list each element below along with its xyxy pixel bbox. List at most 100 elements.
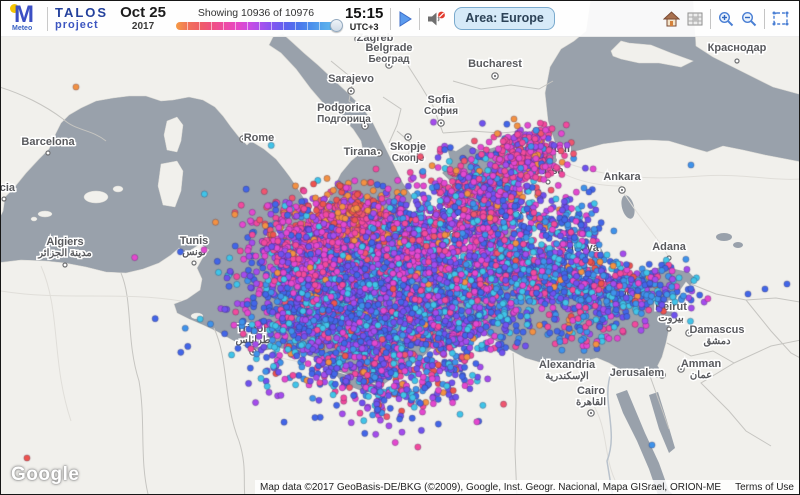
city-label: Cairo bbox=[577, 385, 605, 397]
city-label-local: Београд bbox=[368, 54, 410, 65]
overview-grid-icon bbox=[687, 12, 703, 26]
tools-divider bbox=[764, 9, 765, 29]
meteo-talos-logo[interactable]: M Meteo TALOS project bbox=[9, 4, 108, 34]
extent-select-button[interactable] bbox=[772, 11, 789, 26]
play-button[interactable] bbox=[398, 11, 412, 27]
home-button[interactable] bbox=[663, 11, 680, 27]
play-icon bbox=[398, 11, 412, 27]
city-label: Tirana bbox=[344, 146, 378, 158]
city-label: Izmir bbox=[498, 209, 524, 221]
toolbar: M Meteo TALOS project Oct 25 2017 Showin… bbox=[1, 1, 799, 37]
city-marker bbox=[667, 256, 671, 260]
city-label-local: Скопје bbox=[392, 153, 425, 164]
city-label: Athens bbox=[431, 207, 468, 219]
city-marker-core bbox=[590, 412, 592, 414]
city-label-local: تونس bbox=[182, 247, 206, 258]
city-label: Podgorica bbox=[317, 102, 372, 114]
city-label: Beirut bbox=[655, 301, 687, 313]
home-icon bbox=[663, 11, 680, 27]
muted-speaker-icon bbox=[427, 11, 446, 27]
city-label-local: Αθήνα bbox=[435, 219, 466, 230]
city-label-local: بيروت bbox=[658, 313, 684, 324]
time-slider: Showing 10936 of 10976 bbox=[176, 7, 336, 30]
talos-title: TALOS bbox=[55, 6, 108, 19]
google-logo[interactable]: Google bbox=[11, 464, 79, 486]
city-marker bbox=[2, 197, 6, 201]
city-label: Rome bbox=[244, 132, 275, 144]
showing-count-label: Showing 10936 of 10976 bbox=[198, 7, 314, 19]
city-marker bbox=[46, 151, 50, 155]
city-label-local: دمشق bbox=[703, 336, 731, 347]
date-display: Oct 25 2017 bbox=[120, 5, 166, 32]
city-label: Antalya bbox=[559, 242, 600, 254]
map-canvas[interactable]: ZagrebBelgradeБеоградBucharestКраснодарS… bbox=[1, 1, 800, 495]
city-label: Ankara bbox=[603, 171, 641, 183]
zoom-out-icon bbox=[741, 11, 757, 27]
talos-wordmark: TALOS project bbox=[55, 6, 108, 31]
city-label: Alexandria bbox=[539, 359, 596, 371]
terms-of-use-link[interactable]: Terms of Use bbox=[735, 482, 794, 493]
city-label-local: طرابلس bbox=[235, 335, 270, 346]
city-label: Tunis bbox=[180, 235, 209, 247]
clock-time: 15:15 bbox=[345, 6, 383, 21]
city-label: Damascus bbox=[689, 324, 744, 336]
city-label: Adana bbox=[652, 241, 687, 253]
city-label: Bursa bbox=[532, 165, 564, 177]
time-display: 15:15 UTC+3 bbox=[345, 6, 383, 32]
city-label: Barcelona bbox=[21, 136, 75, 148]
city-label: Краснодар bbox=[708, 42, 767, 54]
city-marker-core bbox=[407, 136, 409, 138]
divider bbox=[390, 8, 391, 30]
city-label-local: София bbox=[424, 105, 458, 117]
city-label-local: Подгорица bbox=[317, 114, 371, 125]
time-slider-track[interactable] bbox=[176, 22, 336, 30]
tools-divider bbox=[710, 9, 711, 29]
date-day: Oct 25 bbox=[120, 5, 166, 20]
map-attribution: Map data ©2017 GeoBasis-DE/BKG (©2009), … bbox=[255, 480, 799, 494]
city-label: Amman bbox=[681, 358, 722, 370]
slider-handle[interactable] bbox=[330, 19, 343, 32]
city-marker-core bbox=[440, 122, 442, 124]
city-marker-core bbox=[350, 90, 352, 92]
city-label-local: عمان bbox=[690, 370, 712, 381]
map-tools bbox=[663, 9, 789, 29]
city-label: Jerusalem bbox=[610, 367, 665, 379]
logo-brand-text: Meteo bbox=[12, 25, 32, 32]
city-marker-core bbox=[378, 152, 380, 154]
city-label: Sarajevo bbox=[328, 73, 374, 85]
city-label-local: القاهرة bbox=[576, 397, 606, 408]
meteo-logo-mark: M Meteo bbox=[9, 4, 43, 34]
zoom-out-button[interactable] bbox=[741, 11, 757, 27]
divider bbox=[419, 8, 420, 30]
slider-ticks bbox=[176, 22, 336, 30]
city-marker bbox=[577, 257, 581, 261]
city-marker-core bbox=[364, 125, 366, 127]
city-label: Tripoli bbox=[237, 323, 270, 335]
city-marker bbox=[63, 263, 67, 267]
brand-divider bbox=[47, 7, 48, 31]
zoom-in-button[interactable] bbox=[718, 11, 734, 27]
city-marker bbox=[547, 159, 551, 163]
city-marker bbox=[546, 180, 550, 184]
city-label: Skopje bbox=[390, 141, 426, 153]
date-year: 2017 bbox=[120, 22, 166, 32]
talos-subtitle: project bbox=[55, 19, 108, 31]
city-label: Sofia bbox=[428, 94, 456, 106]
city-marker-core bbox=[252, 351, 254, 353]
area-selector-button[interactable]: Area: Europe bbox=[454, 7, 555, 30]
city-marker-core bbox=[494, 75, 496, 77]
city-label: Nicosia bbox=[599, 276, 639, 288]
extent-rectangle-icon bbox=[772, 11, 789, 26]
city-marker-core bbox=[621, 189, 623, 191]
city-marker-core bbox=[452, 233, 454, 235]
city-label: Bucharest bbox=[468, 58, 522, 70]
timezone-label: UTC+3 bbox=[345, 23, 383, 32]
city-label: Valencia bbox=[1, 182, 16, 194]
city-label: Istanbul bbox=[528, 143, 570, 155]
talos-map-app: ZagrebBelgradeБеоградBucharestКраснодарS… bbox=[0, 0, 800, 495]
city-label-local: الإسكندرية bbox=[545, 371, 589, 382]
city-marker bbox=[735, 59, 739, 63]
overview-map-button[interactable] bbox=[687, 12, 703, 26]
mute-button[interactable] bbox=[427, 11, 446, 27]
city-label-local: Λευκωσία bbox=[596, 288, 644, 299]
